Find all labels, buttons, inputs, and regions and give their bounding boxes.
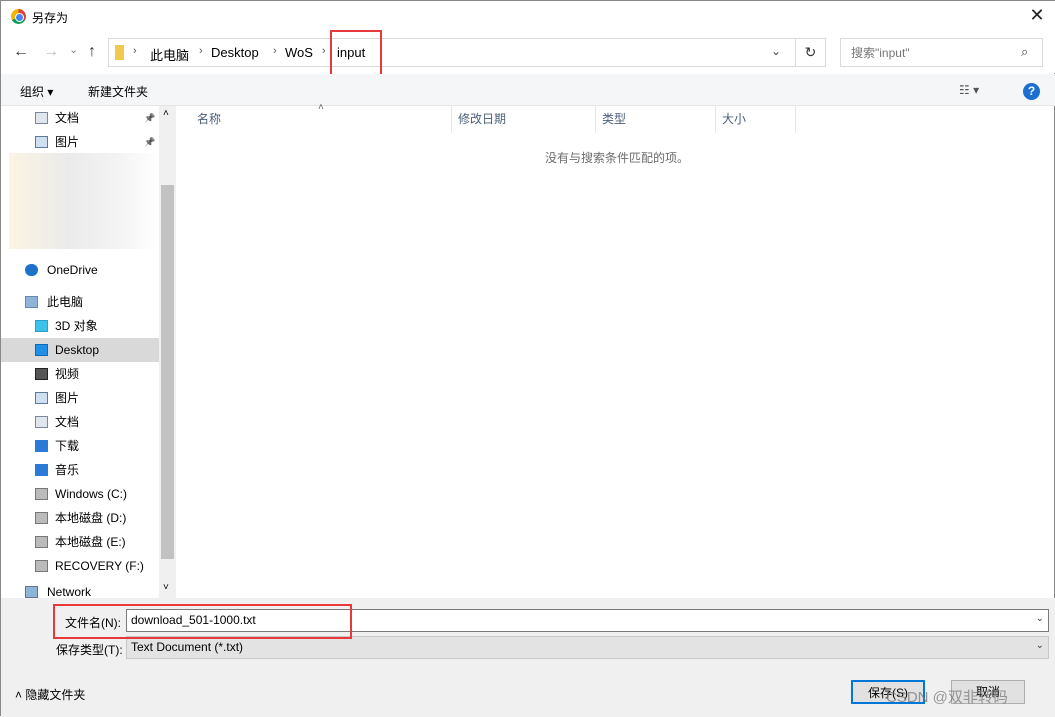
network-icon bbox=[25, 586, 38, 598]
organize-button[interactable]: 组织 ▾ bbox=[20, 83, 53, 100]
sidebar-item-label: 图片 bbox=[55, 135, 80, 149]
downloads-icon bbox=[35, 440, 48, 452]
sidebar-item-label: 音乐 bbox=[55, 463, 80, 477]
scroll-down-icon[interactable]: ˅ bbox=[163, 582, 169, 593]
sidebar-item[interactable]: 本地磁盘 (E:) bbox=[1, 530, 159, 554]
filetype-select[interactable]: Text Document (*.txt) ⌄ bbox=[126, 636, 1049, 659]
sidebar-item[interactable]: OneDrive bbox=[1, 258, 159, 282]
filetype-value: Text Document (*.txt) bbox=[131, 640, 244, 654]
sidebar-item-label: 文档 bbox=[55, 415, 80, 429]
back-button[interactable]: ← bbox=[13, 43, 29, 61]
sidebar-item[interactable]: 图片 📌 bbox=[1, 130, 159, 154]
sidebar-item-label: 本地磁盘 (D:) bbox=[55, 511, 127, 525]
sidebar-item-label: Desktop bbox=[55, 343, 100, 357]
breadcrumb-separator: › bbox=[199, 45, 203, 57]
sidebar-item-label: 文档 bbox=[55, 111, 80, 125]
breadcrumb-separator: › bbox=[133, 45, 137, 57]
highlight-box bbox=[330, 30, 382, 76]
sidebar-item[interactable]: 下载 bbox=[1, 434, 159, 458]
documents-icon bbox=[35, 112, 48, 124]
sidebar-item[interactable]: 音乐 bbox=[1, 458, 159, 482]
recent-locations-button[interactable]: ⌄ bbox=[69, 43, 78, 56]
highlight-box bbox=[53, 604, 352, 639]
videos-icon bbox=[35, 368, 48, 380]
column-type[interactable]: 类型 bbox=[596, 106, 716, 133]
pin-icon[interactable]: 📌 bbox=[144, 106, 155, 130]
sidebar-item[interactable]: 本地磁盘 (D:) bbox=[1, 506, 159, 530]
filetype-label: 保存类型(T): bbox=[56, 643, 123, 657]
sidebar-item[interactable]: 文档 bbox=[1, 410, 159, 434]
chevron-down-icon[interactable]: ⌄ bbox=[1036, 640, 1044, 651]
sidebar-item-label: 下载 bbox=[55, 439, 80, 453]
new-folder-button[interactable]: 新建文件夹 bbox=[88, 83, 148, 100]
pictures-icon bbox=[35, 392, 48, 404]
sidebar-item-label: 本地磁盘 (E:) bbox=[55, 535, 126, 549]
search-input[interactable] bbox=[840, 38, 1043, 67]
onedrive-icon bbox=[25, 264, 38, 276]
column-size[interactable]: 大小 bbox=[716, 106, 796, 133]
sidebar-item[interactable]: 视频 bbox=[1, 362, 159, 386]
sidebar-item[interactable]: 此电脑 bbox=[1, 290, 159, 314]
sidebar-item[interactable]: RECOVERY (F:) bbox=[1, 554, 159, 578]
sidebar-item-label: 图片 bbox=[55, 391, 80, 405]
sidebar-item[interactable]: 图片 bbox=[1, 386, 159, 410]
sidebar-item-label: 视频 bbox=[55, 367, 80, 381]
help-button[interactable]: ? bbox=[1023, 83, 1040, 100]
forward-button[interactable]: → bbox=[43, 43, 59, 61]
toolbar: 组织 ▾ 新建文件夹 ☷ ▾ ? bbox=[1, 74, 1055, 106]
sidebar-item[interactable]: 文档 📌 bbox=[1, 106, 159, 130]
sidebar-item[interactable]: 3D 对象 bbox=[1, 314, 159, 338]
window-title: 另存为 bbox=[32, 11, 69, 25]
watermark: CSDN @双非转码 bbox=[886, 689, 1008, 706]
sidebar-item[interactable]: Network bbox=[1, 580, 159, 598]
documents-icon bbox=[35, 416, 48, 428]
address-dropdown-icon[interactable]: ⌄ bbox=[771, 44, 781, 58]
file-list: ˄ 名称 修改日期 类型 大小 bbox=[177, 102, 1055, 598]
pictures-icon bbox=[35, 136, 48, 148]
hide-folders-label: 隐藏文件夹 bbox=[25, 688, 86, 702]
3d-objects-icon bbox=[35, 320, 48, 332]
sidebar-item-label: RECOVERY (F:) bbox=[55, 559, 144, 573]
breadcrumb-this-pc[interactable]: 此电脑 bbox=[150, 45, 189, 64]
up-button[interactable]: ↑ bbox=[88, 43, 96, 61]
drive-icon bbox=[35, 536, 48, 548]
breadcrumb-separator: › bbox=[273, 45, 277, 57]
address-bar[interactable]: › 此电脑 › Desktop › WoS › input ⌄ bbox=[108, 38, 796, 67]
title-bar: 另存为 ✕ bbox=[1, 1, 1055, 33]
sidebar-item[interactable]: Desktop bbox=[1, 338, 159, 362]
desktop-icon bbox=[35, 344, 48, 356]
sidebar-item-label: 此电脑 bbox=[47, 295, 84, 309]
folder-icon bbox=[115, 45, 124, 60]
this-pc-icon bbox=[25, 296, 38, 308]
drive-icon bbox=[35, 488, 48, 500]
sidebar-item-label: Windows (C:) bbox=[55, 487, 128, 501]
music-icon bbox=[35, 464, 48, 476]
view-options-button[interactable]: ☷ ▾ bbox=[959, 83, 979, 97]
chevron-down-icon[interactable]: ⌄ bbox=[1036, 613, 1044, 624]
drive-icon bbox=[35, 560, 48, 572]
search-icon: ⌕ bbox=[1021, 44, 1029, 59]
scrollbar-thumb[interactable] bbox=[161, 185, 174, 559]
pin-icon[interactable]: 📌 bbox=[144, 130, 155, 154]
refresh-button[interactable]: ↻ bbox=[796, 38, 826, 67]
sidebar-item-label: Network bbox=[47, 585, 92, 598]
breadcrumb-wos[interactable]: WoS bbox=[285, 45, 313, 60]
column-date-modified[interactable]: 修改日期 bbox=[452, 106, 596, 133]
close-button[interactable]: ✕ bbox=[1023, 5, 1051, 29]
sidebar-item[interactable]: Windows (C:) bbox=[1, 482, 159, 506]
breadcrumb-separator: › bbox=[322, 45, 326, 57]
empty-message: 没有与搜索条件匹配的项。 bbox=[545, 151, 690, 165]
drive-icon bbox=[35, 512, 48, 524]
sidebar-item-label: OneDrive bbox=[47, 263, 98, 277]
sidebar-item-label: 3D 对象 bbox=[55, 319, 98, 333]
blurred-region bbox=[9, 153, 159, 249]
breadcrumb-desktop[interactable]: Desktop bbox=[211, 45, 259, 60]
chrome-icon bbox=[11, 9, 26, 24]
column-name[interactable]: 名称 bbox=[177, 106, 452, 133]
scroll-up-icon[interactable]: ˄ bbox=[163, 108, 169, 119]
hide-folders-button[interactable]: ˄ 隐藏文件夹 bbox=[15, 686, 85, 703]
